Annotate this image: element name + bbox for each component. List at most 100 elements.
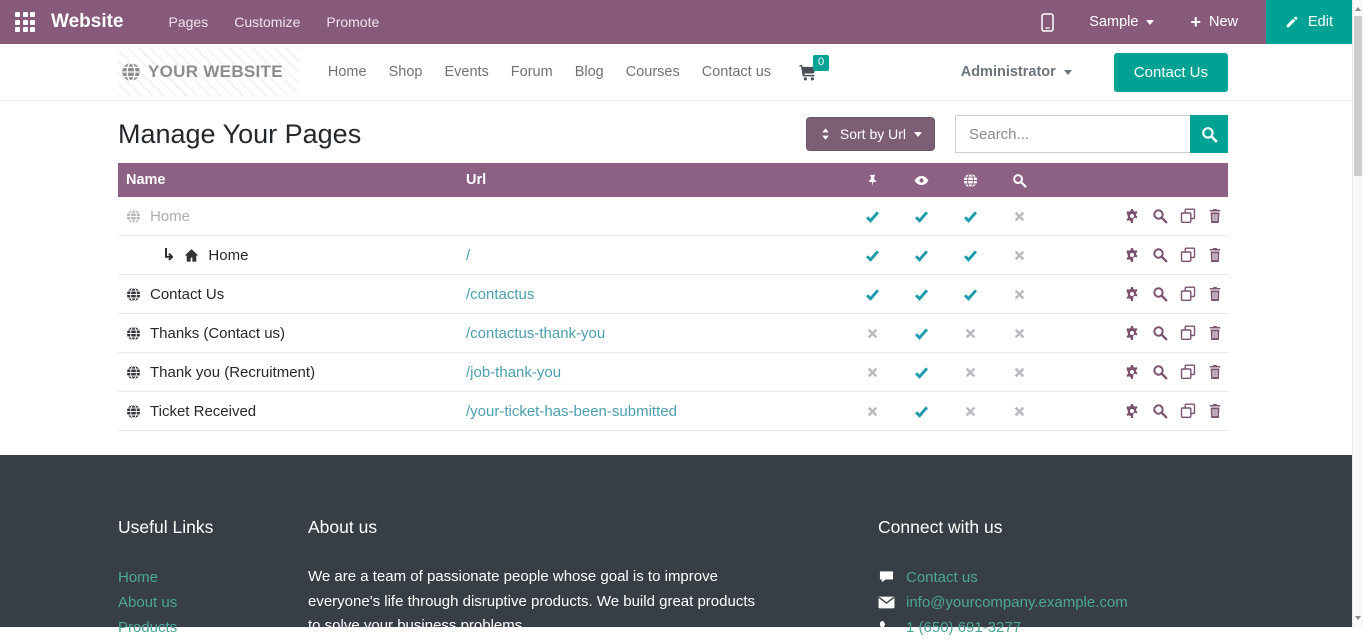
- phone-icon: [878, 620, 895, 635]
- check-icon: [897, 326, 946, 341]
- new-page-button[interactable]: + New: [1190, 13, 1238, 31]
- copy-icon[interactable]: [1180, 286, 1196, 302]
- odoo-top-bar: Website Pages Customize Promote Sample +…: [0, 0, 1363, 44]
- table-row: ↳ Contact Us /contactus: [118, 275, 1228, 314]
- seo-search-icon[interactable]: [1152, 286, 1168, 302]
- footer-about-text: We are a team of passionate people whose…: [308, 565, 760, 639]
- mobile-preview-icon[interactable]: [1040, 13, 1055, 32]
- nav-shop[interactable]: Shop: [378, 44, 434, 101]
- globe-icon: [126, 404, 141, 419]
- globe-icon: [121, 62, 141, 82]
- contact-us-button[interactable]: Contact Us: [1114, 53, 1228, 92]
- menu-pages[interactable]: Pages: [156, 0, 222, 44]
- gear-icon[interactable]: [1124, 286, 1140, 302]
- trash-icon[interactable]: [1208, 325, 1222, 341]
- copy-icon[interactable]: [1180, 325, 1196, 341]
- gear-icon[interactable]: [1124, 325, 1140, 341]
- copy-icon[interactable]: [1180, 208, 1196, 224]
- search-input[interactable]: [955, 115, 1190, 153]
- globe-icon: [126, 326, 141, 341]
- footer-contact-us-link[interactable]: Contact us: [906, 565, 978, 590]
- x-icon: [995, 288, 1044, 301]
- table-row: ↳ Thanks (Contact us) /contactus-thank-y…: [118, 314, 1228, 353]
- app-title[interactable]: Website: [51, 11, 124, 33]
- x-icon: [848, 327, 897, 340]
- chevron-down-icon: [1146, 20, 1154, 25]
- copy-icon[interactable]: [1180, 247, 1196, 263]
- search-button[interactable]: [1190, 115, 1228, 153]
- level-down-icon: ↳: [162, 245, 175, 265]
- menu-promote[interactable]: Promote: [313, 0, 392, 44]
- x-icon: [848, 405, 897, 418]
- edit-button[interactable]: Edit: [1266, 0, 1352, 44]
- globe-icon: [126, 287, 141, 302]
- seo-search-icon[interactable]: [1152, 247, 1168, 263]
- x-icon: [946, 327, 995, 340]
- nav-blog[interactable]: Blog: [564, 44, 615, 101]
- sample-dropdown[interactable]: Sample: [1089, 14, 1154, 30]
- page-url-link[interactable]: /contactus: [466, 286, 534, 303]
- nav-courses[interactable]: Courses: [615, 44, 691, 101]
- page-url-link[interactable]: /: [466, 247, 470, 264]
- seo-search-icon[interactable]: [1152, 325, 1168, 341]
- footer-link-products[interactable]: Products: [118, 615, 308, 640]
- table-row: ↳ Thank you (Recruitment) /job-thank-you: [118, 353, 1228, 392]
- seo-search-icon[interactable]: [1152, 208, 1168, 224]
- scroll-up-arrow[interactable]: [1353, 2, 1363, 16]
- trash-icon[interactable]: [1208, 403, 1222, 419]
- page-name: Thank you (Recruitment): [150, 364, 315, 381]
- page-url-link[interactable]: /contactus-thank-you: [466, 325, 605, 342]
- pages-table: Name Url ↳: [118, 163, 1228, 431]
- scrollbar-thumb[interactable]: [1354, 16, 1362, 176]
- apps-grid-icon[interactable]: [15, 12, 35, 32]
- seo-search-icon[interactable]: [1152, 403, 1168, 419]
- nav-contact-us[interactable]: Contact us: [691, 44, 782, 101]
- trash-icon[interactable]: [1208, 364, 1222, 380]
- gear-icon[interactable]: [1124, 247, 1140, 263]
- vertical-scrollbar[interactable]: [1352, 0, 1363, 627]
- seo-search-icon[interactable]: [1152, 364, 1168, 380]
- check-icon: [897, 404, 946, 419]
- page-url-link[interactable]: /job-thank-you: [466, 364, 561, 381]
- site-logo-text: YOUR WEBSITE: [148, 62, 283, 82]
- check-icon: [897, 365, 946, 380]
- site-logo[interactable]: YOUR WEBSITE: [118, 48, 299, 96]
- menu-customize[interactable]: Customize: [221, 0, 313, 44]
- gear-icon[interactable]: [1124, 403, 1140, 419]
- envelope-icon: [878, 596, 895, 609]
- x-icon: [995, 249, 1044, 262]
- column-url: Url: [466, 172, 848, 188]
- scroll-down-arrow[interactable]: [1353, 611, 1363, 625]
- nav-forum[interactable]: Forum: [500, 44, 564, 101]
- nav-home[interactable]: Home: [317, 44, 378, 101]
- globe-icon: [126, 365, 141, 380]
- footer-phone-link[interactable]: 1 (650) 691-3277: [906, 615, 1021, 640]
- sort-by-url-button[interactable]: Sort by Url: [806, 117, 935, 151]
- footer-connect: Connect with us Contact us info@yourcomp…: [878, 517, 1128, 627]
- globe-icon: [126, 209, 141, 224]
- footer-email-link[interactable]: info@yourcompany.example.com: [906, 590, 1128, 615]
- nav-events[interactable]: Events: [433, 44, 499, 101]
- topbar-menu: Pages Customize Promote: [156, 0, 393, 44]
- copy-icon[interactable]: [1180, 403, 1196, 419]
- pencil-icon: [1285, 15, 1299, 29]
- copy-icon[interactable]: [1180, 364, 1196, 380]
- page-name: Thanks (Contact us): [150, 325, 285, 342]
- trash-icon[interactable]: [1208, 247, 1222, 263]
- page-url-link[interactable]: /your-ticket-has-been-submitted: [466, 403, 677, 420]
- page-name: Ticket Received: [150, 403, 256, 420]
- cart-button[interactable]: 0: [798, 64, 818, 81]
- gear-icon[interactable]: [1124, 208, 1140, 224]
- footer-link-home[interactable]: Home: [118, 565, 308, 590]
- header-right: Administrator Contact Us: [961, 53, 1228, 92]
- plus-icon: +: [1190, 13, 1201, 31]
- gear-icon[interactable]: [1124, 364, 1140, 380]
- comment-icon: [878, 570, 895, 585]
- check-icon: [848, 209, 897, 224]
- user-menu[interactable]: Administrator: [961, 64, 1072, 80]
- trash-icon[interactable]: [1208, 208, 1222, 224]
- search-icon: [1201, 126, 1218, 143]
- column-name: Name: [118, 172, 466, 188]
- trash-icon[interactable]: [1208, 286, 1222, 302]
- footer-link-about-us[interactable]: About us: [118, 590, 308, 615]
